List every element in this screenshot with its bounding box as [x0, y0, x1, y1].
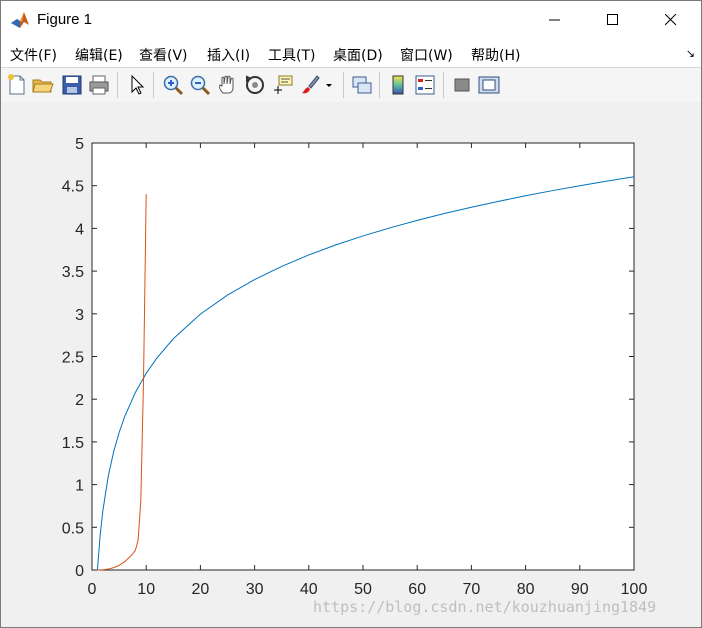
axes-box [91, 142, 635, 571]
x-tick-label: 100 [621, 581, 648, 598]
menu-tools[interactable]: 工具(T) [268, 45, 315, 65]
toolbar-separator [343, 72, 344, 98]
y-tick-label: 4 [75, 221, 84, 238]
minimize-icon [549, 19, 560, 21]
brush-dropdown-icon[interactable] [323, 73, 335, 97]
x-tick-label: 50 [354, 581, 372, 598]
y-tick-label: 4.5 [62, 179, 84, 196]
window-title: Figure 1 [37, 11, 93, 28]
close-button[interactable] [642, 1, 700, 39]
toolbar-separator [379, 72, 380, 98]
x-tick-label: 40 [300, 581, 318, 598]
toolbar-separator [153, 72, 154, 98]
maximize-button[interactable] [584, 1, 642, 39]
menu-file[interactable]: 文件(F) [10, 45, 57, 65]
brush-icon[interactable] [298, 73, 322, 97]
link-plot-icon[interactable] [350, 73, 374, 97]
y-tick-label: 2 [75, 392, 84, 409]
title-bar[interactable]: Figure 1 [1, 1, 701, 39]
y-tick-label: 2.5 [62, 350, 84, 367]
figure-canvas: 0 10 20 30 40 50 60 70 80 90 100 0 0.5 1 1.5 2 2.5 3 3.5 4 4… [1, 102, 701, 627]
pan-hand-icon[interactable] [215, 73, 239, 97]
x-tick-label: 90 [571, 581, 589, 598]
x-tick-label: 60 [408, 581, 426, 598]
legend-icon[interactable] [413, 73, 437, 97]
x-tick-label: 70 [463, 581, 481, 598]
zoom-out-icon[interactable] [188, 73, 212, 97]
y-tick-label: 0.5 [62, 520, 84, 537]
y-tick-label: 3.5 [62, 264, 84, 281]
rotate-3d-icon[interactable] [243, 73, 267, 97]
x-tick-label: 80 [517, 581, 535, 598]
toolbar-separator [117, 72, 118, 98]
line-chart[interactable]: 0 10 20 30 40 50 60 70 80 90 100 0 0.5 1 1.5 2 2.5 3 3.5 4 4… [1, 102, 701, 627]
dock-arrow-icon[interactable]: ↘ [686, 47, 695, 60]
x-tick-label: 0 [88, 581, 97, 598]
x-tick-label: 30 [246, 581, 264, 598]
close-icon [665, 14, 677, 26]
maximize-icon [607, 14, 618, 25]
matlab-logo-icon [10, 10, 30, 30]
minimize-button[interactable] [526, 1, 584, 39]
save-icon[interactable] [60, 73, 84, 97]
menu-help[interactable]: 帮助(H) [471, 45, 520, 65]
y-tick-label: 1 [75, 478, 84, 495]
data-cursor-icon[interactable] [271, 73, 295, 97]
show-plot-tools-icon[interactable] [477, 73, 501, 97]
y-tick-label: 5 [75, 136, 84, 153]
menu-bar: 文件(F) 编辑(E) 查看(V) 插入(I) 工具(T) 桌面(D) 窗口(W… [1, 39, 701, 67]
x-tick-label: 20 [192, 581, 210, 598]
print-icon[interactable] [87, 73, 111, 97]
zoom-in-icon[interactable] [161, 73, 185, 97]
hide-plot-tools-icon[interactable] [450, 73, 474, 97]
menu-window[interactable]: 窗口(W) [400, 45, 453, 65]
watermark-text: https://blog.csdn.net/kouzhuanjing1849 [313, 598, 657, 616]
new-figure-icon[interactable] [5, 73, 29, 97]
y-tick-label: 3 [75, 307, 84, 324]
menu-view[interactable]: 查看(V) [139, 45, 188, 65]
menu-insert[interactable]: 插入(I) [207, 45, 250, 65]
colorbar-icon[interactable] [386, 73, 410, 97]
x-tick-label: 10 [137, 581, 155, 598]
figure-toolbar [1, 67, 701, 103]
menu-desktop[interactable]: 桌面(D) [333, 45, 383, 65]
y-tick-label: 0 [75, 563, 84, 580]
edit-plot-arrow-icon[interactable] [125, 73, 149, 97]
toolbar-separator [443, 72, 444, 98]
figure-window: Figure 1 文件(F) 编辑(E) 查看(V) 插入(I) 工具(T) 桌… [0, 0, 702, 628]
open-file-icon[interactable] [31, 73, 55, 97]
menu-edit[interactable]: 编辑(E) [75, 45, 123, 65]
y-tick-label: 1.5 [62, 435, 84, 452]
